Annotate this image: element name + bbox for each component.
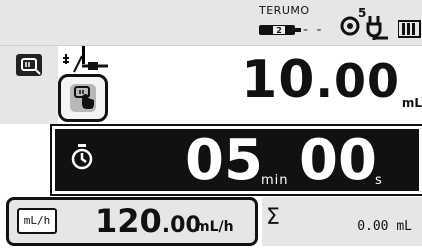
timer-display[interactable]: 05 min 00 s (50, 124, 422, 196)
ac-plug-icon (366, 14, 394, 44)
pressure-sensor-icon (340, 14, 360, 40)
timer-minutes-unit: min (261, 173, 289, 188)
brand-label: TERUMO (259, 4, 310, 17)
sigma-icon: Σ (266, 205, 280, 230)
rate-unit-button[interactable]: mL/h (17, 208, 57, 234)
rate-integer: 120 (95, 202, 162, 240)
volume-integer: 10 (241, 50, 316, 110)
rate-value: 120.00 (95, 205, 201, 237)
rate-unit: mL/h (195, 219, 234, 235)
battery-icon (397, 18, 422, 42)
status-dash: - - (303, 22, 324, 38)
status-bar: TERUMO 2 - - 5 (0, 0, 422, 46)
timer-seconds: 00 (299, 128, 377, 193)
volume-unit: mL (401, 96, 422, 110)
mode-select-icon[interactable] (16, 54, 42, 76)
total-volume-value: 0.00 mL (357, 219, 412, 234)
volume-decimal: .00 (315, 54, 400, 108)
timer-minutes: 05 (185, 128, 263, 193)
syringe-indicator-icon: 2 (259, 22, 303, 38)
stopwatch-icon (71, 143, 93, 175)
volume-display: 10.00 mL (60, 46, 422, 128)
timer-seconds-unit: s (375, 173, 382, 188)
volume-value: 10.00 (241, 54, 400, 106)
syringe-size-label: 2 (276, 26, 282, 35)
flow-rate-panel[interactable]: mL/h 120.00 mL/h (6, 197, 258, 246)
total-volume-panel: Σ 0.00 mL (262, 197, 422, 246)
